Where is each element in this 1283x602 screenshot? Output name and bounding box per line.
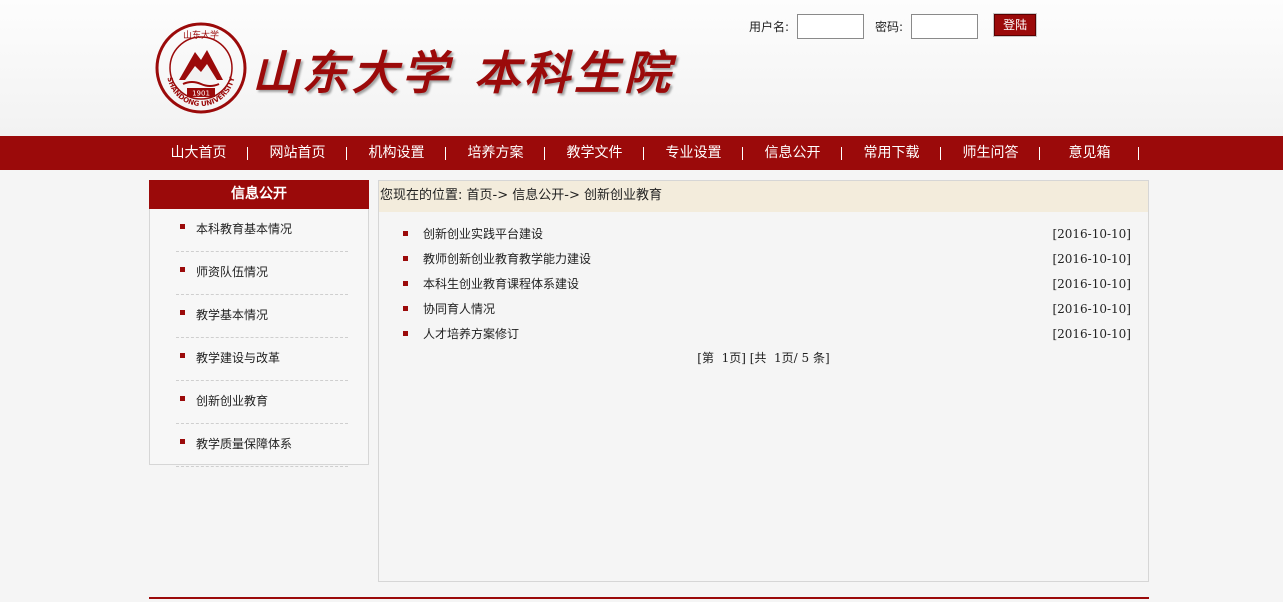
sidebar-item[interactable]: 教学基本情况 bbox=[176, 295, 348, 338]
article-date: [2016-10-10] bbox=[1052, 252, 1131, 266]
square-bullet-icon bbox=[180, 224, 185, 229]
article-title-link[interactable]: 本科生创业教育课程体系建设 bbox=[423, 272, 579, 297]
breadcrumb-separator: -> bbox=[492, 188, 513, 203]
square-bullet-icon bbox=[180, 267, 185, 272]
password-input[interactable] bbox=[911, 14, 979, 39]
site-logo-text: 山东大学 本科生院 bbox=[252, 40, 674, 100]
logo-university-name: 山东大学 bbox=[252, 46, 452, 100]
square-bullet-icon bbox=[180, 396, 185, 401]
breadcrumb-prefix: 您现在的位置: bbox=[380, 188, 467, 203]
sidebar-item[interactable]: 教学建设与改革 bbox=[176, 338, 348, 381]
list-item: 教师创新创业教育教学能力建设 [2016-10-10] bbox=[403, 247, 1131, 272]
breadcrumb-separator: -> bbox=[564, 188, 584, 203]
sidebar: 信息公开 本科教育基本情况 师资队伍情况 教学基本情况 教学建设与改革 创新创业… bbox=[149, 180, 369, 467]
footer-divider bbox=[149, 597, 1149, 599]
article-title-link[interactable]: 创新创业实践平台建设 bbox=[423, 222, 543, 247]
sidebar-item-label: 创新创业教育 bbox=[196, 394, 269, 408]
article-title-link[interactable]: 教师创新创业教育教学能力建设 bbox=[423, 247, 591, 272]
sidebar-item-label: 师资队伍情况 bbox=[196, 265, 269, 279]
sidebar-item-label: 教学质量保障体系 bbox=[196, 437, 293, 451]
university-seal-logo: 1901 SHANDONG UNIVERSITY 山东大学 bbox=[155, 22, 247, 114]
nav-item-site-home[interactable]: 网站首页 bbox=[248, 136, 347, 170]
breadcrumb-home-link[interactable]: 首页 bbox=[467, 181, 493, 212]
square-bullet-icon bbox=[403, 256, 408, 261]
list-item: 创新创业实践平台建设 [2016-10-10] bbox=[403, 222, 1131, 247]
square-bullet-icon bbox=[403, 281, 408, 286]
square-bullet-icon bbox=[180, 310, 185, 315]
nav-item-majors[interactable]: 专业设置 bbox=[644, 136, 743, 170]
breadcrumb: 您现在的位置: 首页 -> 信息公开 -> 创新创业教育 bbox=[379, 181, 1148, 212]
login-button[interactable]: 登陆 bbox=[993, 12, 1038, 37]
pagination-info: [第 1页] [共 1页/ 5 条] bbox=[697, 351, 830, 365]
sidebar-item[interactable]: 本科教育基本情况 bbox=[176, 209, 348, 252]
list-item: 本科生创业教育课程体系建设 [2016-10-10] bbox=[403, 272, 1131, 297]
main-nav: 山大首页 网站首页 机构设置 培养方案 教学文件 专业设置 信息公开 常用下载 … bbox=[0, 136, 1283, 170]
username-label: 用户名: bbox=[749, 20, 790, 34]
article-title-link[interactable]: 人才培养方案修订 bbox=[423, 322, 519, 347]
sidebar-item-label: 本科教育基本情况 bbox=[196, 222, 293, 236]
nav-item-info-disclosure[interactable]: 信息公开 bbox=[743, 136, 842, 170]
square-bullet-icon bbox=[403, 231, 408, 236]
square-bullet-icon bbox=[180, 353, 185, 358]
logo-college-name: 本科生院 bbox=[474, 46, 674, 100]
article-date: [2016-10-10] bbox=[1052, 327, 1131, 341]
article-list: 创新创业实践平台建设 [2016-10-10] 教师创新创业教育教学能力建设 [20… bbox=[403, 222, 1131, 347]
breadcrumb-section-link[interactable]: 信息公开 bbox=[512, 181, 564, 212]
sidebar-item[interactable]: 创新创业教育 bbox=[176, 381, 348, 424]
nav-item-organization[interactable]: 机构设置 bbox=[347, 136, 446, 170]
main-content: 您现在的位置: 首页 -> 信息公开 -> 创新创业教育 创新创业实践平台建设 [… bbox=[378, 180, 1149, 582]
nav-item-downloads[interactable]: 常用下载 bbox=[842, 136, 941, 170]
sidebar-title: 信息公开 bbox=[149, 180, 369, 209]
article-title-link[interactable]: 协同育人情况 bbox=[423, 297, 495, 322]
list-item: 协同育人情况 [2016-10-10] bbox=[403, 297, 1131, 322]
breadcrumb-current: 创新创业教育 bbox=[583, 188, 662, 203]
square-bullet-icon bbox=[403, 331, 408, 336]
nav-item-training-plan[interactable]: 培养方案 bbox=[446, 136, 545, 170]
seal-top-text: 山东大学 bbox=[183, 29, 219, 41]
nav-item-teaching-docs[interactable]: 教学文件 bbox=[545, 136, 644, 170]
list-item: 人才培养方案修订 [2016-10-10] bbox=[403, 322, 1131, 347]
article-date: [2016-10-10] bbox=[1052, 227, 1131, 241]
article-date: [2016-10-10] bbox=[1052, 277, 1131, 291]
nav-item-sdu-home[interactable]: 山大首页 bbox=[149, 136, 248, 170]
sidebar-item[interactable]: 师资队伍情况 bbox=[176, 252, 348, 295]
seal-year: 1901 bbox=[192, 90, 210, 98]
username-input[interactable] bbox=[797, 14, 865, 39]
square-bullet-icon bbox=[403, 306, 408, 311]
square-bullet-icon bbox=[180, 439, 185, 444]
sidebar-item[interactable]: 教学质量保障体系 bbox=[176, 424, 348, 467]
nav-item-feedback[interactable]: 意见箱 bbox=[1040, 136, 1139, 170]
sidebar-item-label: 教学建设与改革 bbox=[196, 351, 281, 365]
sidebar-item-label: 教学基本情况 bbox=[196, 308, 269, 322]
article-date: [2016-10-10] bbox=[1052, 302, 1131, 316]
password-label: 密码: bbox=[875, 20, 904, 34]
page-header: 1901 SHANDONG UNIVERSITY 山东大学 山东大学 本科生院 … bbox=[0, 0, 1283, 136]
nav-item-qa[interactable]: 师生问答 bbox=[941, 136, 1040, 170]
login-form: 用户名: 密码: 登陆 bbox=[749, 12, 1038, 39]
